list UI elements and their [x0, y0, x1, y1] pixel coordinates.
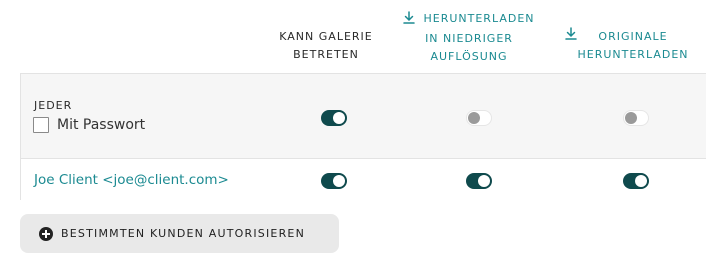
toggle-knob — [625, 112, 637, 124]
plus-circle-icon — [39, 226, 53, 241]
authorize-clients-button[interactable]: BESTIMMTEN KUNDEN AUTORISIEREN — [20, 214, 339, 253]
toggle-knob — [333, 112, 345, 124]
everyone-download-low-toggle[interactable] — [466, 110, 492, 126]
everyone-label: JEDER — [34, 99, 73, 112]
authorize-button-label: BESTIMMTEN KUNDEN AUTORISIEREN — [61, 227, 306, 240]
password-label: Mit Passwort — [57, 117, 146, 133]
column-header-line: IN NIEDRIGER — [425, 32, 513, 45]
everyone-enter-gallery-toggle[interactable] — [321, 110, 347, 126]
column-header-line: HERUNTERLADEN — [577, 48, 689, 61]
table-row-everyone: JEDER Mit Passwort — [21, 74, 706, 159]
download-icon — [565, 27, 577, 46]
toggle-knob — [468, 112, 480, 124]
column-header-download-original[interactable]: ORIGINALE HERUNTERLADEN — [560, 27, 706, 64]
password-option[interactable]: Mit Passwort — [33, 117, 145, 133]
column-header-enter-gallery: KANN GALERIE BETRETEN — [270, 28, 382, 64]
everyone-download-original-toggle[interactable] — [623, 110, 649, 126]
column-header-download-low[interactable]: HERUNTERLADEN IN NIEDRIGER AUFLÖSUNG — [398, 10, 540, 66]
table-row-client: Joe Client <joe@client.com> — [21, 160, 706, 200]
client-link[interactable]: Joe Client <joe@client.com> — [34, 172, 229, 188]
toggle-knob — [333, 175, 345, 187]
client-download-original-toggle[interactable] — [623, 173, 649, 189]
permissions-table: JEDER Mit Passwort Joe Client <joe@clien… — [20, 73, 706, 200]
column-header-line: ORIGINALE — [598, 30, 668, 43]
column-header-line: KANN GALERIE — [279, 30, 373, 43]
toggle-knob — [478, 175, 490, 187]
download-icon — [403, 11, 416, 30]
password-checkbox[interactable] — [33, 117, 49, 133]
column-header-line: AUFLÖSUNG — [430, 50, 508, 63]
column-header-line: HERUNTERLADEN — [423, 12, 535, 25]
client-download-low-toggle[interactable] — [466, 173, 492, 189]
column-header-line: BETRETEN — [293, 48, 359, 61]
client-enter-gallery-toggle[interactable] — [321, 173, 347, 189]
toggle-knob — [635, 175, 647, 187]
